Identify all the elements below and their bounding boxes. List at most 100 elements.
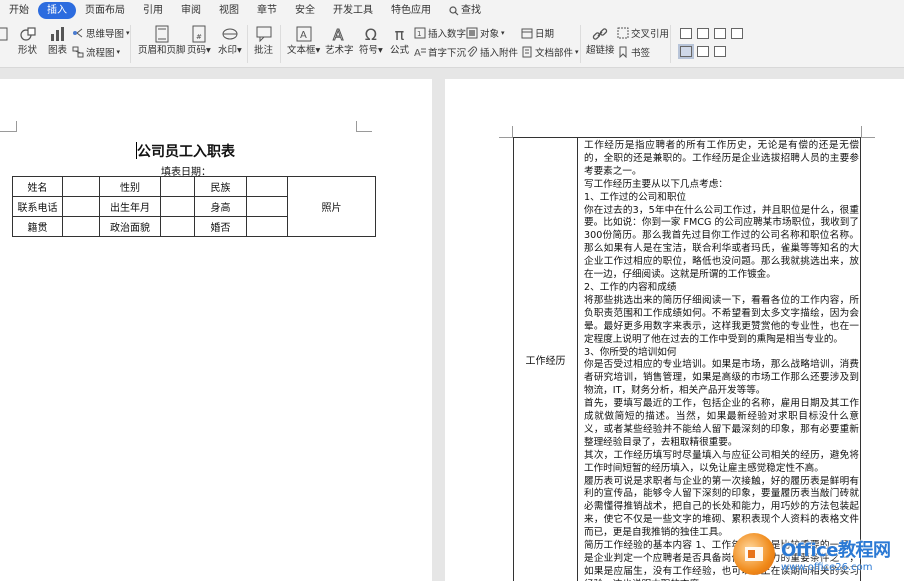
pi-icon: π [394, 24, 405, 44]
tab-developer[interactable]: 开发工具 [324, 2, 382, 19]
table-cell[interactable]: 联系电话 [12, 196, 63, 217]
header-footer-button[interactable]: 页眉和页脚 [138, 25, 186, 57]
table-cell[interactable] [246, 196, 288, 217]
table-cell[interactable] [160, 176, 195, 197]
attachment-button[interactable]: 插入附件 [466, 45, 518, 59]
work-experience-content[interactable]: 工作经历是指应聘者的所有工作历史，无论是有偿的还是无偿的，全职的还是兼职的。工作… [584, 140, 859, 581]
mindmap-button[interactable]: 思维导图 ▾ [72, 26, 130, 40]
crop-mark [499, 137, 513, 138]
wordart-button[interactable]: A 艺术字 [325, 25, 354, 57]
paragraph: 首先，要填写最近的工作，包括企业的名称，雇用日期及其工作成就做简短的描述。当然，… [584, 398, 859, 448]
object-icon [466, 27, 478, 39]
chart-button[interactable]: 图表 [48, 25, 67, 57]
table-cell[interactable] [160, 216, 195, 237]
table-cell[interactable]: 政治面貌 [99, 216, 161, 237]
tab-section[interactable]: 章节 [248, 2, 286, 19]
picture-icon [0, 25, 14, 43]
cross-reference-button[interactable]: 交叉引用 [617, 26, 669, 40]
comment-button[interactable]: 批注 [254, 25, 273, 57]
crop-mark [861, 137, 875, 138]
photo-cell[interactable]: 照片 [287, 176, 376, 237]
hyperlink-button[interactable]: 超链接 [586, 25, 615, 57]
layout-option-icon[interactable] [714, 46, 726, 57]
layout-option-icon[interactable] [731, 28, 743, 39]
shape-label: 形状 [18, 45, 38, 56]
text-cursor [136, 142, 137, 159]
table-cell[interactable] [62, 196, 100, 217]
paperclip-icon [466, 46, 478, 58]
tab-references[interactable]: 引用 [134, 2, 172, 19]
mindmap-label: 思维导图 [86, 29, 125, 40]
tab-security[interactable]: 安全 [286, 2, 324, 19]
shape-button[interactable]: 形状 [18, 25, 37, 57]
symbol-label: 符号▾ [359, 45, 383, 56]
doc-part-icon [521, 46, 533, 58]
crop-mark [861, 126, 862, 137]
tab-page-layout[interactable]: 页面布局 [76, 2, 134, 19]
cross-reference-label: 交叉引用 [631, 29, 670, 40]
wordart-label: 艺术字 [325, 45, 354, 56]
layout-option-icon[interactable] [697, 28, 709, 39]
chevron-down-icon: ▾ [126, 29, 130, 37]
page-title: 公司员工入职表 [137, 144, 235, 160]
crop-mark [356, 131, 372, 132]
tab-insert[interactable]: 插入 [38, 2, 76, 19]
page-number-button[interactable]: # 页码▾ [187, 25, 211, 57]
insert-number-button[interactable]: 1 插入数字 [414, 26, 466, 40]
textbox-button[interactable]: A 文本框▾ [287, 25, 320, 57]
table-cell[interactable] [160, 196, 195, 217]
flowchart-icon [72, 46, 84, 58]
tab-view[interactable]: 视图 [210, 2, 248, 19]
table-cell[interactable]: 婚否 [194, 216, 247, 237]
object-button[interactable]: 对象 ▾ [466, 26, 505, 40]
table-row: 姓名 性别 民族 照片 [12, 176, 376, 237]
work-experience-label[interactable]: 工作经历 [514, 138, 578, 581]
layout-option-icon[interactable] [680, 28, 692, 39]
paragraph: 你是否受过相应的专业培训。如果是市场，那么战略培训，消费者研究培训，销售管理，如… [584, 359, 859, 397]
table-cell[interactable] [62, 176, 100, 197]
watermark-button[interactable]: 水印▾ [218, 25, 242, 57]
paragraph: 工作经历是指应聘者的所有工作历史，无论是有偿的还是无偿的，全职的还是兼职的。工作… [584, 140, 859, 177]
flowchart-button[interactable]: 流程图 ▾ [72, 45, 120, 59]
drop-cap-button[interactable]: A 首字下沉 [414, 45, 466, 59]
paragraph: 2、工作的内容和成绩 [584, 281, 677, 293]
date-button[interactable]: 日期 [521, 26, 554, 40]
chart-label: 图表 [48, 45, 68, 56]
table-cell[interactable] [62, 216, 100, 237]
document-page-2[interactable]: 工作经历 工作经历是指应聘者的所有工作历史，无论是有偿的还是无偿的，全职的还是兼… [445, 79, 904, 581]
mindmap-icon [72, 27, 84, 39]
page-number-label: 页码▾ [187, 45, 211, 56]
chevron-down-icon: ▾ [575, 48, 579, 56]
shape-icon [19, 25, 37, 43]
table-cell[interactable]: 性别 [99, 176, 161, 197]
office-logo-icon [733, 533, 775, 575]
table-cell[interactable] [246, 216, 288, 237]
table-cell[interactable]: 出生年月 [99, 196, 161, 217]
document-page-1[interactable]: 公司员工入职表 填表日期： 姓名 性别 民族 照片 联系电话 出生年月 身高 籍… [0, 79, 432, 581]
layout-option-selected-icon[interactable] [678, 44, 694, 59]
header-footer-icon [153, 25, 171, 43]
crop-mark [0, 131, 16, 132]
tab-review[interactable]: 审阅 [172, 2, 210, 19]
table-cell[interactable] [246, 176, 288, 197]
table-cell[interactable]: 民族 [194, 176, 247, 197]
paragraph: 你在过去的3，5年中在什么公司工作过，并且职位是什么，很重要。比如说：你到一家 … [584, 204, 859, 281]
tab-special-apps[interactable]: 特色应用 [382, 2, 440, 19]
header-footer-label: 页眉和页脚 [138, 45, 186, 56]
table-cell[interactable]: 姓名 [12, 176, 63, 197]
svg-text:#: # [196, 33, 202, 41]
table-cell[interactable]: 籍贯 [12, 216, 63, 237]
paragraph: 3、你所受的培训如何 [584, 346, 677, 358]
doc-part-button[interactable]: 文档部件 ▾ [521, 45, 579, 59]
layout-option-icon[interactable] [697, 46, 709, 57]
symbol-button[interactable]: Ω 符号▾ [359, 25, 383, 57]
insert-number-label: 插入数字 [428, 29, 467, 40]
layout-option-icon[interactable] [714, 28, 726, 39]
table-cell[interactable]: 身高 [194, 196, 247, 217]
search-button[interactable]: 查找 [440, 2, 490, 19]
picture-button-partial[interactable] [0, 25, 14, 43]
formula-button[interactable]: π 公式 [390, 25, 409, 57]
tab-home[interactable]: 开始 [0, 2, 38, 19]
bookmark-button[interactable]: 书签 [617, 45, 650, 59]
attachment-label: 插入附件 [480, 48, 519, 59]
